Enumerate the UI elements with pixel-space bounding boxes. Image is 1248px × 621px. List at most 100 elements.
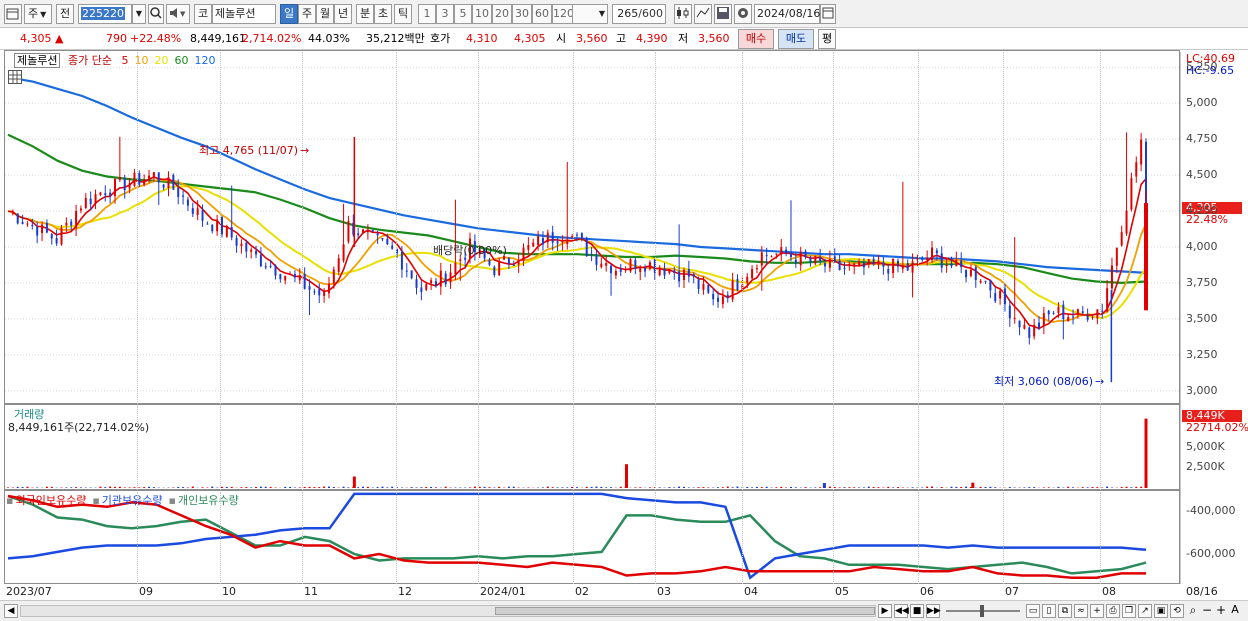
candle-body — [1120, 232, 1123, 246]
scroll-right-icon[interactable]: ▶ — [878, 604, 892, 618]
candle-body — [123, 177, 126, 191]
candle-body — [789, 252, 792, 257]
volume-bar — [148, 486, 151, 488]
crosshair-icon[interactable]: + — [1090, 604, 1104, 618]
candle-body — [1003, 288, 1006, 305]
candle-body — [989, 279, 992, 291]
candle-body — [99, 192, 102, 195]
layout-icon[interactable]: ▭ — [1026, 604, 1040, 618]
candle-body — [673, 270, 676, 273]
candle-body — [128, 183, 131, 189]
holding-legend-item-0[interactable]: 외국인보유수량 — [15, 494, 86, 507]
ma-period-60[interactable]: 60 — [174, 54, 188, 67]
candle-body — [848, 265, 851, 267]
volume-bar — [702, 487, 705, 488]
volume-bar — [366, 486, 369, 488]
vertical-gridline — [833, 492, 834, 584]
volume-bar — [99, 486, 102, 488]
candle-body — [362, 229, 365, 234]
volume-bar — [576, 487, 578, 488]
candle-body — [133, 172, 136, 186]
volume-bar — [36, 487, 39, 488]
volume-bar — [284, 486, 287, 488]
zoom-icon[interactable]: ⌕ — [1186, 604, 1200, 618]
ma-period-5[interactable]: 5 — [121, 54, 128, 67]
volume-y-label: 5,000K — [1186, 439, 1225, 453]
candle-body — [1135, 162, 1138, 177]
ma-type-label[interactable]: 종가 단순 — [68, 54, 112, 67]
candle-body — [143, 179, 146, 185]
volume-bar — [984, 487, 987, 488]
volume-bar — [1091, 487, 1094, 488]
ma-period-20[interactable]: 20 — [154, 54, 168, 67]
overlay-icon[interactable]: ⧉ — [1058, 604, 1072, 618]
font-size-icon[interactable]: A — [1228, 604, 1242, 618]
zoom-out-icon[interactable]: − — [1200, 604, 1214, 618]
volume-bar — [819, 487, 822, 488]
volume-bar — [896, 487, 899, 488]
candle-body — [488, 259, 491, 265]
candle-body — [191, 208, 194, 214]
x-axis-label: 2023/07 — [6, 585, 52, 598]
candle-body — [196, 208, 199, 215]
candle-body — [405, 270, 408, 272]
split-icon[interactable]: ▯ — [1042, 604, 1056, 618]
candle-body — [148, 175, 151, 179]
candle-body — [911, 261, 914, 273]
candle-body — [1018, 320, 1021, 328]
stop-icon[interactable]: ■ — [910, 604, 924, 618]
speed-slider[interactable] — [946, 605, 1020, 617]
holding-legend-item-2[interactable]: 개인보유수량 — [178, 494, 239, 507]
grid-toggle-icon[interactable] — [8, 70, 22, 84]
candle-body — [979, 280, 982, 283]
candle-body — [400, 252, 403, 270]
volume-bar — [507, 486, 510, 488]
price-y-label: 4,750 — [1186, 132, 1218, 146]
price-chart-canvas[interactable] — [0, 0, 1248, 621]
export-icon[interactable]: ↗ — [1138, 604, 1152, 618]
volume-bar — [1081, 487, 1084, 488]
candle-body — [240, 243, 243, 247]
copy-icon[interactable]: ❐ — [1122, 604, 1136, 618]
scroll-track[interactable] — [20, 605, 876, 617]
volume-bar — [794, 487, 797, 488]
volume-bar — [682, 486, 685, 488]
candle-body — [60, 227, 63, 245]
restore-icon[interactable]: ⟲ — [1170, 604, 1184, 618]
vertical-gridline — [396, 52, 397, 404]
candle-body — [887, 269, 890, 274]
volume-bar — [751, 487, 754, 488]
rewind-icon[interactable]: ◀◀ — [894, 604, 909, 618]
candle-body — [21, 222, 24, 225]
print-icon[interactable]: ⎙ — [1106, 604, 1120, 618]
compare-icon[interactable]: ≈ — [1074, 604, 1088, 618]
candle-body — [1047, 310, 1050, 315]
vertical-gridline — [302, 406, 303, 490]
volume-bar — [182, 487, 185, 488]
volume-bar — [940, 487, 943, 488]
fast-forward-icon[interactable]: ▶▶ — [926, 604, 941, 618]
volume-bar — [318, 487, 321, 488]
candle-body — [332, 269, 335, 284]
stock-label[interactable]: 제놀루션 — [14, 53, 61, 68]
scroll-left-icon[interactable]: ◀ — [4, 604, 18, 618]
candle-body — [853, 263, 856, 267]
candle-body — [342, 244, 345, 261]
candle-body — [862, 262, 865, 268]
candle-body — [289, 274, 292, 276]
candle-body — [1081, 311, 1084, 314]
ma-period-120[interactable]: 120 — [194, 54, 215, 67]
candle-body — [994, 293, 997, 302]
candle-body — [940, 253, 943, 268]
candle-body — [216, 219, 219, 232]
image-icon[interactable]: ▣ — [1154, 604, 1168, 618]
candle-body — [274, 265, 277, 276]
zoom-plus-icon[interactable]: + — [1214, 604, 1228, 618]
holding-legend-item-1[interactable]: 기관보유수량 — [102, 494, 163, 507]
candle-body — [614, 271, 617, 276]
scroll-thumb[interactable] — [495, 607, 875, 615]
speed-slider-handle[interactable] — [980, 605, 984, 617]
volume-bar — [760, 487, 763, 488]
volume-bar — [386, 487, 389, 488]
candle-body — [113, 178, 116, 197]
